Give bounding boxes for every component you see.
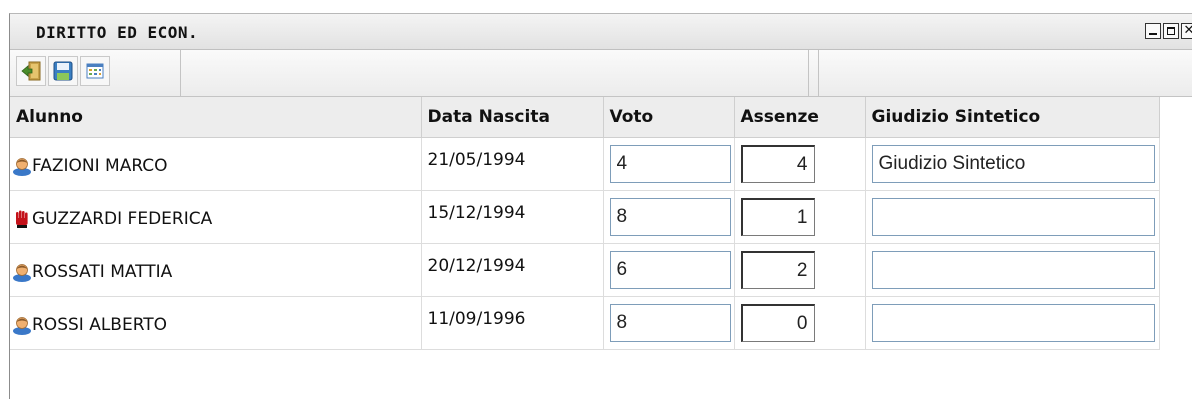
birth-date: 15/12/1994 (427, 203, 526, 223)
exit-button[interactable] (16, 56, 46, 86)
grades-table: Alunno Data Nascita Voto Assenze Giudizi… (10, 97, 1160, 350)
save-icon (53, 61, 73, 81)
table-row: ROSSI ALBERTO 11/09/1996 (10, 296, 1160, 350)
giudizio-input[interactable] (871, 251, 1155, 289)
student-cell: ROSSI ALBERTO (10, 296, 422, 350)
birth-date: 11/09/1996 (427, 309, 526, 329)
voto-cell (603, 137, 735, 191)
voto-input[interactable] (609, 304, 731, 342)
birth-date: 20/12/1994 (427, 256, 526, 276)
assenze-input[interactable] (740, 251, 815, 289)
grid-view-icon (86, 63, 104, 79)
save-button[interactable] (48, 56, 78, 86)
voto-input[interactable] (609, 198, 731, 236)
column-header-data-nascita[interactable]: Data Nascita (421, 97, 604, 138)
toolbar (10, 50, 1192, 97)
close-icon[interactable]: ✕ (1181, 23, 1192, 39)
table-row: FAZIONI MARCO 21/05/1994 (10, 137, 1160, 191)
birth-date-cell: 11/09/1996 (421, 296, 604, 350)
assenze-input[interactable] (740, 145, 815, 183)
assenze-cell (734, 190, 866, 244)
column-header-giudizio[interactable]: Giudizio Sintetico (865, 97, 1160, 138)
assenze-cell (734, 137, 866, 191)
student-cell: ROSSATI MATTIA (10, 243, 422, 297)
birth-date-cell: 20/12/1994 (421, 243, 604, 297)
voto-input[interactable] (609, 145, 731, 183)
giudizio-cell (865, 137, 1160, 191)
birth-date: 21/05/1994 (427, 150, 526, 170)
window-controls: ✕ (1145, 23, 1192, 39)
assenze-cell (734, 243, 866, 297)
table-header-row: Alunno Data Nascita Voto Assenze Giudizi… (10, 97, 1160, 138)
exit-icon (21, 61, 41, 81)
voto-cell (603, 190, 735, 244)
voto-cell (603, 243, 735, 297)
window-title: DIRITTO ED ECON. (36, 23, 199, 42)
giudizio-cell (865, 243, 1160, 297)
birth-date-cell: 21/05/1994 (421, 137, 604, 191)
student-name: GUZZARDI FEDERICA (32, 209, 213, 229)
student-name: ROSSATI MATTIA (32, 262, 173, 282)
assenze-cell (734, 296, 866, 350)
column-header-alunno[interactable]: Alunno (10, 97, 422, 138)
assenze-input[interactable] (740, 198, 815, 236)
giudizio-cell (865, 296, 1160, 350)
student-name: FAZIONI MARCO (32, 156, 168, 176)
giudizio-input[interactable] (871, 198, 1155, 236)
student-name: ROSSI ALBERTO (32, 315, 168, 335)
student-icon (13, 317, 31, 335)
voto-input[interactable] (609, 251, 731, 289)
assenze-input[interactable] (740, 304, 815, 342)
giudizio-cell (865, 190, 1160, 244)
table-row: GUZZARDI FEDERICA 15/12/1994 (10, 190, 1160, 244)
minimize-icon[interactable] (1145, 23, 1161, 39)
grades-window: DIRITTO ED ECON. ✕ Alunno Data Nascita V… (9, 13, 1192, 399)
title-bar: DIRITTO ED ECON. ✕ (10, 14, 1192, 50)
maximize-icon[interactable] (1163, 23, 1179, 39)
student-cell: GUZZARDI FEDERICA (10, 190, 422, 244)
column-header-assenze[interactable]: Assenze (734, 97, 866, 138)
giudizio-input[interactable] (871, 304, 1155, 342)
student-icon (13, 264, 31, 282)
table-row: ROSSATI MATTIA 20/12/1994 (10, 243, 1160, 297)
stop-hand-icon (16, 210, 28, 228)
birth-date-cell: 15/12/1994 (421, 190, 604, 244)
giudizio-input[interactable] (871, 145, 1155, 183)
column-header-voto[interactable]: Voto (603, 97, 735, 138)
student-cell: FAZIONI MARCO (10, 137, 422, 191)
grid-view-button[interactable] (80, 56, 110, 86)
voto-cell (603, 296, 735, 350)
student-icon (13, 158, 31, 176)
